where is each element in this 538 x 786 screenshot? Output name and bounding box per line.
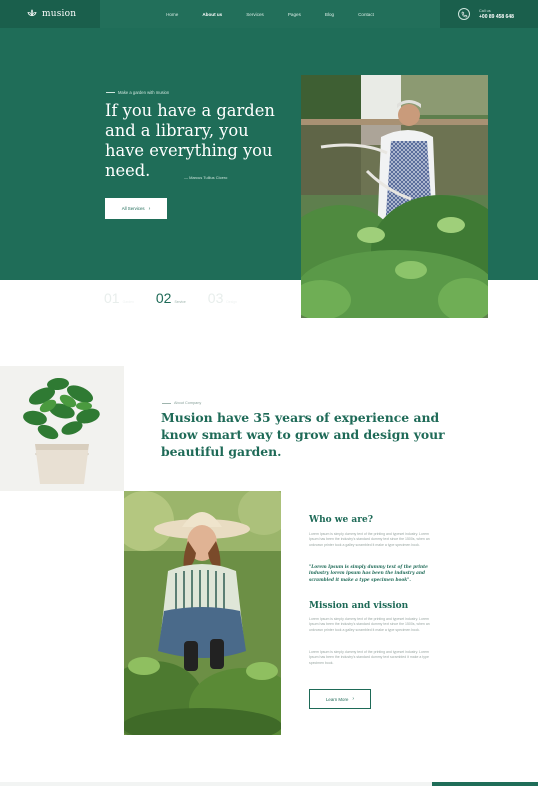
nav-item-services[interactable]: Services	[234, 12, 276, 17]
logo[interactable]: musion	[0, 0, 100, 28]
hero-tagline: Make a garden with musion	[106, 90, 169, 95]
mission-paragraph-2: Lorem Ipsum is simply dummy text of the …	[309, 650, 429, 665]
slide-number: 02	[155, 290, 172, 306]
learn-more-button[interactable]: Learn More ›	[309, 689, 371, 709]
slide-indicators: 01 Garden 02 Service 03 Design	[104, 290, 237, 306]
arrow-right-icon: ›	[148, 205, 151, 212]
main-nav: Home About us Services Pages Blog Contac…	[100, 0, 440, 28]
slide-indicator-1[interactable]: 01 Garden	[104, 290, 134, 306]
nav-item-home[interactable]: Home	[154, 12, 190, 17]
phone-contact[interactable]: Call us +00 89 458 648	[440, 0, 538, 28]
all-services-button[interactable]: All Services ›	[105, 198, 167, 219]
nav-item-blog[interactable]: Blog	[313, 12, 346, 17]
potted-plant-image	[0, 366, 124, 491]
gardener-woman-photo	[124, 491, 281, 735]
nav-item-pages[interactable]: Pages	[276, 12, 313, 17]
who-we-are-paragraph: Lorem Ipsum is simply dummy text of the …	[309, 532, 430, 547]
mission-paragraph-1: Lorem Ipsum is simply dummy text of the …	[309, 617, 430, 632]
tagline-text: Make a garden with musion	[118, 90, 170, 95]
tagline-divider	[106, 92, 115, 93]
brand-name: musion	[42, 9, 77, 19]
phone-number: +00 89 458 648	[479, 13, 514, 20]
about-tag: About Company	[162, 401, 201, 405]
phone-icon	[458, 8, 470, 20]
learn-more-label: Learn More	[325, 696, 349, 702]
slide-number: 01	[104, 290, 120, 306]
footer-accent-bar	[432, 782, 538, 786]
lotus-logo-icon	[27, 9, 37, 17]
about-tag-text: About Company	[174, 401, 202, 405]
quote-author: — Marcus Tullius Cicero	[184, 175, 228, 180]
all-services-label: All Services	[121, 206, 145, 211]
who-we-are-title: Who we are?	[309, 515, 373, 525]
slide-number: 03	[207, 290, 224, 306]
slide-label: Service	[174, 300, 186, 304]
mission-vision-title: Mission and vission	[309, 601, 409, 611]
slide-label: Garden	[122, 300, 134, 304]
about-headline: Musion have 35 years of experience and k…	[161, 410, 445, 459]
about-tag-divider	[162, 402, 171, 404]
arrow-right-icon: ›	[352, 696, 355, 702]
slide-indicator-3[interactable]: 03 Design	[208, 290, 237, 306]
slide-label: Design	[226, 300, 237, 304]
hero-photo-gardener	[301, 75, 488, 318]
hero-quote: If you have a garden and a library, you …	[105, 101, 275, 180]
who-we-are-quote: "Lorem Ipsum is simply dummy text of the…	[309, 565, 428, 583]
page: musion Home About us Services Pages Blog…	[0, 0, 538, 786]
nav-item-about-us[interactable]: About us	[190, 12, 234, 17]
slide-indicator-2[interactable]: 02 Service	[156, 290, 186, 306]
nav-item-contact[interactable]: Contact	[346, 12, 386, 17]
gardener-watering-image	[301, 75, 488, 318]
